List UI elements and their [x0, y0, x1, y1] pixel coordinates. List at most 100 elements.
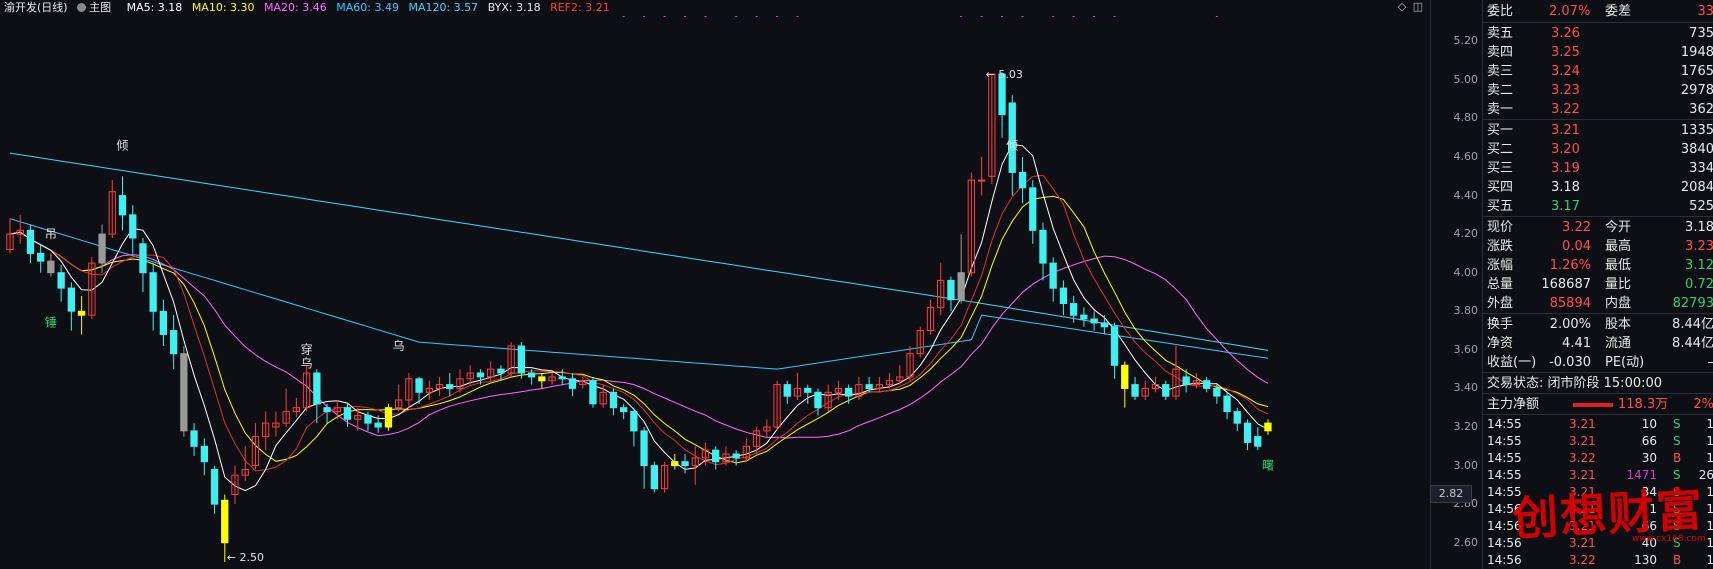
main-chart-toggle[interactable]: 主图: [77, 1, 117, 14]
candle-body: [374, 422, 382, 428]
candle-body: [415, 378, 423, 393]
candle-body: [1070, 303, 1078, 316]
quote-cell: 2%: [1693, 397, 1713, 412]
candle-body: [159, 310, 167, 335]
stock-title[interactable]: 渝开发(日线): [4, 1, 68, 14]
quote-cell: 1: [1706, 416, 1713, 432]
price-tick: 4.00: [1453, 265, 1479, 279]
candle-body: [497, 368, 505, 374]
quote-cell: 涨幅: [1487, 258, 1514, 273]
ma20-readout: MA20: 3.46: [264, 1, 327, 14]
price-tick: 3.40: [1453, 381, 1479, 395]
quote-cell: 买三: [1487, 161, 1514, 176]
quote-cell: 买二: [1487, 142, 1514, 157]
quote-cell: 2978: [1680, 83, 1713, 98]
candle-body: [98, 233, 106, 264]
candle-body: [47, 260, 55, 274]
candle-body: [1029, 187, 1037, 231]
candle-body: [804, 387, 812, 393]
price-tick: 3.20: [1453, 420, 1479, 433]
quote-cell: 168687: [1541, 277, 1591, 292]
quote-cell: 3.17: [1551, 199, 1580, 214]
quote-cell: 卖四: [1487, 45, 1514, 60]
quote-cell: 362: [1689, 102, 1713, 117]
candle-body: [1121, 364, 1129, 389]
quote-cell: 1: [1649, 502, 1657, 516]
quote-cell: 1335: [1680, 123, 1713, 138]
price-tick: 5.20: [1453, 34, 1479, 48]
price-tick: 3.80: [1453, 304, 1479, 318]
candle-body: [1203, 380, 1211, 389]
quote-cell: S: [1673, 536, 1681, 550]
quote-cell: 主力净额: [1487, 397, 1540, 412]
candle-body: [1018, 171, 1027, 189]
quote-cell: 85894: [1549, 296, 1591, 311]
quote-cell: S: [1673, 468, 1681, 482]
quote-cell: 1: [1706, 450, 1713, 466]
candle-body: [200, 445, 208, 463]
quote-row: 换手 2.00% 股本 8.44亿: [1483, 315, 1713, 334]
signal-label: 穿: [301, 342, 313, 357]
ma5-readout: MA5: 3.18: [126, 1, 183, 14]
candle-body: [630, 411, 638, 432]
quote-cell: 3.24: [1551, 64, 1580, 79]
candle-body: [476, 372, 485, 378]
candle-body: [139, 243, 147, 274]
quote-cell: 外盘: [1487, 296, 1514, 311]
quote-cell: B: [1673, 451, 1682, 465]
quote-cell: 1: [1706, 433, 1713, 449]
quote-cell: 0.72: [1685, 277, 1713, 292]
quote-cell: 卖二: [1487, 83, 1514, 98]
signal-label: 倾: [117, 138, 129, 152]
quote-row: 买一 3.21 1335: [1483, 121, 1713, 140]
quote-cell: 30: [1641, 451, 1657, 465]
candle-body: [681, 461, 689, 467]
candle-body: [527, 372, 536, 378]
quote-cell: 3.23: [1685, 239, 1713, 254]
quote-cell: 130: [1634, 553, 1657, 567]
ma10-readout: MA10: 3.30: [191, 1, 255, 14]
diamond-icon[interactable]: ◇: [1396, 1, 1408, 13]
quote-row: 涨跌 0.04 最高 3.23: [1483, 237, 1713, 256]
divider: [1483, 216, 1713, 217]
quote-row: 净资 4.41 流通 8.44亿: [1483, 334, 1713, 353]
candle-body: [1264, 422, 1272, 432]
main-flow-bar: [1573, 403, 1613, 407]
candle-body: [589, 380, 597, 405]
main-chart-label: 主图: [89, 1, 112, 14]
quote-row: 买五 3.17 525: [1483, 197, 1713, 216]
high-price-label: ← 5.03: [986, 68, 1023, 81]
quote-cell: 3.22: [1569, 553, 1596, 567]
quote-cell: S: [1673, 434, 1681, 448]
quote-cell: 量比: [1605, 277, 1632, 292]
candle-body: [323, 407, 331, 413]
circle-icon: [77, 3, 87, 12]
quote-cell: 净资: [1487, 336, 1514, 351]
candle-body: [1080, 314, 1088, 320]
quote-cell: 1: [1706, 552, 1713, 568]
quote-cell: 流通: [1605, 336, 1632, 351]
quote-cell: 3.21: [1551, 123, 1580, 138]
candle-body: [343, 407, 352, 420]
quote-cell: 14:55: [1487, 485, 1522, 499]
quote-cell: 14:56: [1487, 519, 1522, 533]
price-tick: 4.60: [1453, 150, 1479, 163]
candle-body: [446, 384, 454, 390]
panel-toggle-icon[interactable]: ◫: [1412, 1, 1424, 13]
candle-body: [149, 272, 157, 312]
kline-chart-svg[interactable]: ← 5.03← 2.50倾吊锤穿乌乌倾曙: [0, 0, 1430, 569]
candle-body: [190, 430, 198, 447]
quote-cell: 3.18: [1551, 180, 1580, 195]
candle-body: [67, 287, 75, 312]
ma60-readout: MA60: 3.49: [336, 1, 399, 14]
quote-cell: 涨跌: [1487, 239, 1514, 254]
quote-cell: 今开: [1605, 220, 1632, 235]
divider: [1483, 372, 1713, 373]
quote-row: 外盘 85894 内盘 82793: [1483, 294, 1713, 313]
quote-cell: 1: [1706, 501, 1713, 517]
candle-body: [129, 214, 137, 239]
signal-label: 曙: [1262, 458, 1274, 472]
quote-cell: PE(动): [1605, 355, 1645, 370]
quote-cell: 1.26%: [1549, 258, 1591, 273]
kline-chart-area[interactable]: ← 5.03 ← 2.50 倾吊锤穿乌乌倾曙 渝开发(日线) 主图 MA5: 3.1…: [0, 0, 1430, 569]
